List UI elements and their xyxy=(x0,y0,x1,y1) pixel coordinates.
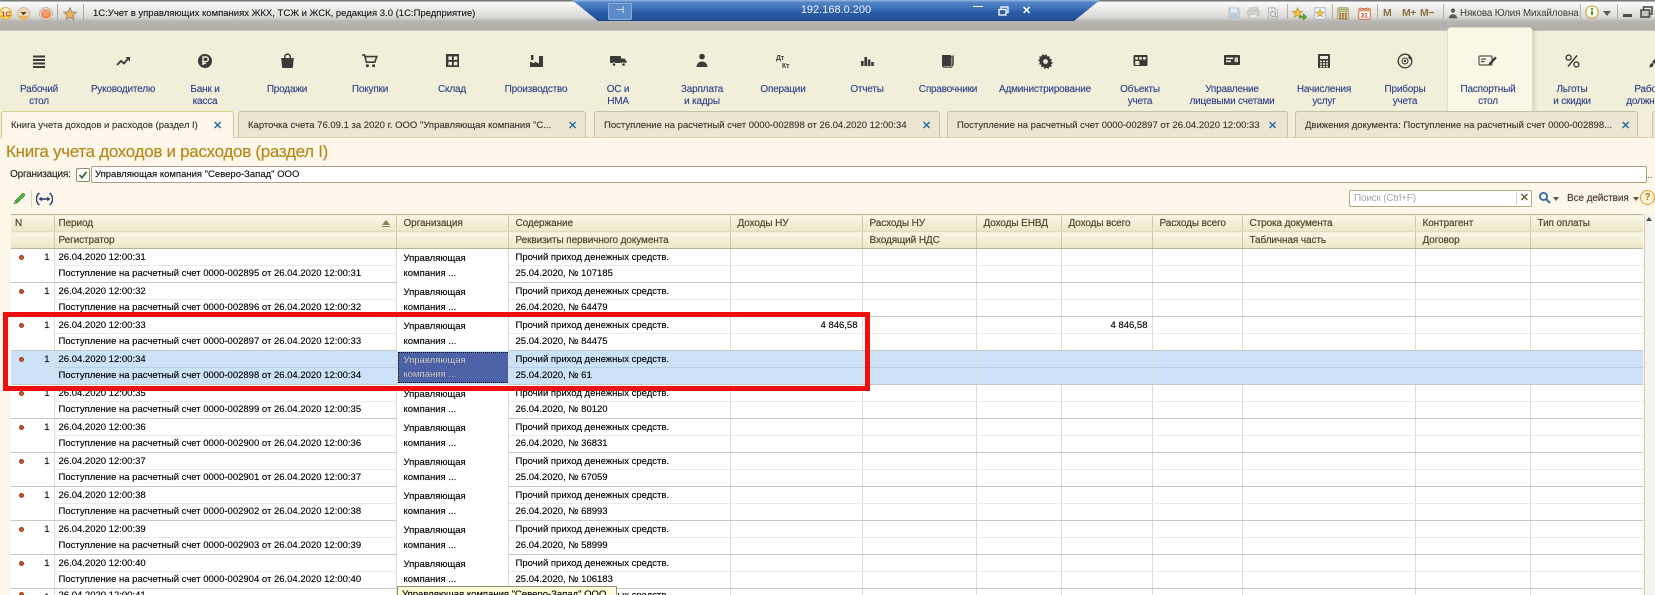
svg-text:31: 31 xyxy=(1361,13,1369,20)
svg-text:Дт: Дт xyxy=(776,55,785,62)
svg-text:Кт: Кт xyxy=(782,63,790,70)
svg-text:1С: 1С xyxy=(1,10,11,19)
